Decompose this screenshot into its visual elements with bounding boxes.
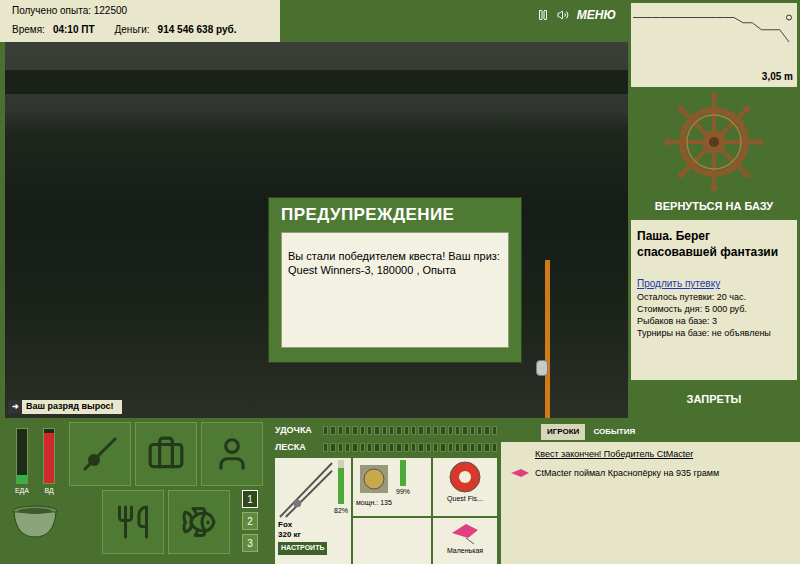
fish-tile[interactable] (168, 490, 230, 554)
cauldron-icon[interactable] (10, 501, 60, 541)
rod-tile[interactable] (69, 422, 131, 486)
top-bar: Получено опыта: 122500 Время: 04:10 ПТ День… (0, 0, 628, 42)
tension-label: ЛЕСКА (275, 441, 319, 455)
base-detail: Рыбаков на базе: 3 (637, 315, 791, 327)
reel-wear: 99% (396, 487, 410, 498)
fish-icon (181, 504, 217, 540)
time-label: Время: (12, 22, 45, 37)
lure-name: Маленькая (447, 546, 483, 555)
bans-button[interactable]: ЗАПРЕТЫ (631, 380, 797, 418)
tackle-box-icon (147, 435, 185, 473)
rod-icon (278, 460, 334, 520)
rod-detail: 320 кг (278, 530, 348, 540)
pause-icon[interactable] (537, 9, 549, 21)
meter-label: ВД (44, 486, 53, 497)
fisherman-icon (213, 435, 251, 473)
base-detail: Турниры на базе: не объявлены (637, 327, 791, 339)
base-detail: Осталось путевки: 20 час. (637, 291, 791, 303)
chat-tab[interactable]: ИГРОКИ (541, 424, 585, 440)
line-card[interactable]: Quest Fis... (433, 458, 497, 516)
dialog-title: ПРЕДУПРЕЖДЕНИЕ (269, 198, 521, 232)
experience: Получено опыта: 122500 (12, 3, 268, 18)
lure-icon (509, 467, 531, 479)
money-value: 914 546 638 руб. (158, 22, 237, 37)
money-label: Деньги: (115, 22, 150, 37)
sound-icon[interactable] (557, 9, 569, 21)
rod-reel-icon (80, 434, 120, 474)
chat-messages: Квест закончен! Победитель CtMacter CtMac… (501, 442, 800, 564)
food-tile[interactable] (102, 490, 164, 554)
slot-button[interactable]: 3 (242, 534, 258, 552)
tension-bar (323, 443, 497, 452)
line-spool-icon (448, 460, 482, 494)
slot-button[interactable]: 1 (242, 490, 258, 508)
menu-button[interactable]: МЕНЮ (577, 6, 616, 24)
line-name: Quest Fis... (447, 494, 483, 503)
slot-button[interactable]: 2 (242, 512, 258, 530)
lure-card[interactable]: Маленькая (433, 518, 497, 564)
base-name: Паша. Берег спасовавшей фантазии (637, 228, 791, 260)
reel-icon (356, 461, 392, 497)
rod-card[interactable]: 82% Fox320 кг НАСТРОИТЬ (275, 458, 351, 564)
configure-button[interactable]: НАСТРОИТЬ (278, 542, 327, 555)
base-detail: Стоимость дня: 5 000 руб. (637, 303, 791, 315)
hud-panel: Получено опыта: 122500 Время: 04:10 ПТ День… (0, 0, 280, 42)
reel-detail: мощн.: 135 (356, 498, 428, 507)
meter (16, 428, 28, 484)
tension-bar (323, 426, 497, 435)
meter-label: ЕДА (15, 486, 29, 497)
ship-wheel-icon[interactable] (664, 92, 764, 192)
chat-panel: ИГРОКИ СОБЫТИЯ Квест закончен! Победитель … (501, 422, 800, 564)
rod-wear: 82% (334, 506, 348, 517)
tension-bars: УДОЧКА ЛЕСКА (275, 422, 497, 456)
chat-message: CtMacter поймал Краснопёрку на 935 грамм (509, 467, 792, 481)
fishing-rod[interactable] (545, 260, 550, 418)
rod-name: Fox (278, 520, 348, 530)
warning-dialog: ПРЕДУПРЕЖДЕНИЕВы стали победителем квест… (268, 197, 522, 363)
notification[interactable]: ➜Ваш разряд вырос! (8, 400, 122, 414)
tackle-box-tile[interactable] (135, 422, 197, 486)
lure-icon (448, 520, 482, 546)
time-value: 04:10 ПТ (53, 22, 95, 37)
tension-label: УДОЧКА (275, 424, 319, 438)
reel-card[interactable]: 99%мощн.: 135 (353, 458, 431, 516)
meter (43, 428, 55, 484)
knife-fork-icon (115, 504, 151, 540)
base-info: Паша. Берег спасовавшей фантазии Продлить… (631, 220, 797, 380)
lake-scene[interactable]: ➜Ваш разряд вырос! ПРЕДУПРЕЖДЕНИЕВы стали… (5, 42, 628, 418)
depth-profile-icon (631, 3, 795, 73)
chat-tab[interactable]: СОБЫТИЯ (591, 424, 637, 440)
fisherman-tile[interactable] (201, 422, 263, 486)
chat-message: Квест закончен! Победитель CtMacter (509, 448, 792, 462)
extend-permit-link[interactable]: Продлить путевку (637, 276, 791, 291)
game-screen: Получено опыта: 122500 Время: 04:10 ПТ День… (0, 0, 800, 564)
dialog-message: Вы стали победителем квеста! Ваш приз: Q… (281, 232, 509, 348)
return-to-base[interactable]: ВЕРНУТЬСЯ НА БАЗУ (631, 87, 797, 220)
depth-reading: 3,05 m (762, 69, 793, 84)
depth-chart: 3,05 m (631, 3, 797, 87)
